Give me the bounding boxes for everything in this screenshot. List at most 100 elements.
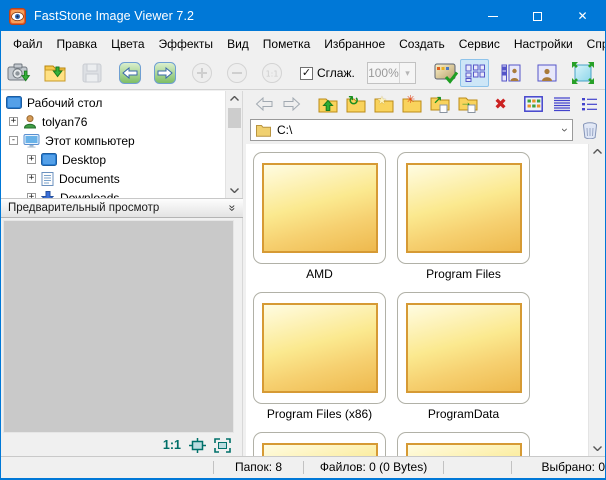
actual-size-button[interactable]: 1:1 [258, 59, 286, 87]
folder-item-program-files[interactable]: Program Files [397, 152, 530, 285]
forward-button[interactable] [279, 93, 304, 115]
preview-actual-size-button[interactable]: 1:1 [163, 438, 181, 452]
minimize-icon [488, 16, 498, 17]
fullscreen-preview-icon[interactable] [214, 438, 231, 453]
close-icon: ✕ [577, 9, 587, 23]
previous-image-button[interactable] [116, 59, 144, 87]
menu-favorites[interactable]: Избранное [317, 33, 392, 55]
menu-create[interactable]: Создать [392, 33, 452, 55]
svg-text:1:1: 1:1 [266, 70, 279, 79]
scroll-up-icon[interactable] [226, 91, 242, 106]
view-browser-button[interactable] [460, 59, 489, 87]
menu-settings[interactable]: Настройки [507, 33, 580, 55]
zoom-level-combobox[interactable]: 100% ▾ [367, 62, 416, 84]
left-panel: Рабочий стол + tolyan76 - [1, 91, 243, 456]
fullscreen-button[interactable] [568, 59, 597, 87]
thumbnail-frame [397, 152, 530, 264]
smoothing-label: Сглаж. [317, 66, 355, 80]
copy-badge-icon: ↗ [433, 94, 442, 107]
new-folder-button[interactable]: ✳ [399, 93, 424, 115]
back-arrow-icon [255, 97, 273, 111]
fit-window-icon[interactable] [189, 438, 206, 453]
recycle-bin-button[interactable] [578, 119, 602, 141]
zoom-out-button[interactable] [223, 59, 251, 87]
smoothing-checkbox[interactable]: ✓ [300, 67, 313, 80]
thumbnail-scrollbar[interactable] [588, 144, 605, 456]
menu-view[interactable]: Вид [220, 33, 256, 55]
status-folder-count: Папок: 8 [214, 457, 303, 479]
tree-item-downloads[interactable]: + Downloads [1, 188, 226, 198]
save-button[interactable] [78, 59, 106, 87]
address-input[interactable]: C:\ › [250, 119, 573, 141]
list-view-icon [553, 96, 571, 112]
view-thumbnail-strip-button[interactable] [496, 59, 525, 87]
scroll-down-icon[interactable] [226, 183, 242, 198]
thumbnail-strip-icon [500, 62, 522, 84]
scrollbar-thumb[interactable] [228, 108, 241, 128]
menu-help[interactable]: Справка [580, 33, 606, 55]
menu-colors[interactable]: Цвета [104, 33, 151, 55]
folder-item-partial[interactable] [253, 432, 386, 456]
status-divider [443, 461, 444, 474]
address-dropdown-icon[interactable]: › [558, 128, 572, 132]
folder-item-programdata[interactable]: ProgramData [397, 292, 530, 425]
thumbnail-view-button[interactable] [521, 93, 546, 115]
chevron-down-icon[interactable]: ▾ [399, 63, 415, 83]
move-to-folder-button[interactable]: → [455, 93, 480, 115]
tree-item-this-pc[interactable]: - Этот компьютер [1, 131, 226, 150]
folder-grid: AMD Program Files Program Files (x86) [246, 144, 588, 456]
folder-name: Program Files [397, 264, 530, 285]
zoom-in-button[interactable] [188, 59, 216, 87]
folder-item-partial[interactable] [397, 432, 530, 456]
tree-item-desktop-root[interactable]: Рабочий стол [1, 93, 226, 112]
folder-item-amd[interactable]: AMD [253, 152, 386, 285]
back-button[interactable] [251, 93, 276, 115]
copy-to-folder-button[interactable]: ↗ [427, 93, 452, 115]
fullscreen-icon [571, 61, 595, 85]
minimize-button[interactable] [470, 1, 515, 31]
collapse-chevrons-icon[interactable]: » [226, 205, 240, 212]
open-folder-button[interactable] [42, 59, 70, 87]
scroll-up-icon[interactable] [589, 144, 605, 159]
menu-edit[interactable]: Правка [50, 33, 105, 55]
move-badge-icon: → [460, 95, 472, 109]
view-mode-group [460, 59, 600, 87]
tree-item-desktop[interactable]: + Desktop [1, 150, 226, 169]
tree-item-documents[interactable]: + Documents [1, 169, 226, 188]
main-toolbar: 1:1 ✓ Сглаж. 100% ▾ [1, 57, 605, 90]
address-bar-row: C:\ › [246, 117, 605, 144]
detail-view-button[interactable] [577, 93, 602, 115]
tree-item-label: tolyan76 [42, 115, 87, 129]
menu-file[interactable]: Файл [6, 33, 50, 55]
view-image-button[interactable] [532, 59, 561, 87]
tree-item-label: Downloads [60, 191, 119, 199]
folder-thumbnail-icon [406, 443, 522, 456]
close-button[interactable]: ✕ [560, 1, 605, 31]
maximize-button[interactable] [515, 1, 560, 31]
tree-item-user[interactable]: + tolyan76 [1, 112, 226, 131]
menu-effects[interactable]: Эффекты [152, 33, 221, 55]
menu-tools[interactable]: Сервис [452, 33, 507, 55]
status-file-count: Файлов: 0 (0 Bytes) [304, 457, 443, 479]
tree-scrollbar[interactable] [225, 91, 242, 198]
expand-plus-icon[interactable]: + [9, 117, 18, 126]
expand-plus-icon[interactable]: + [27, 174, 36, 183]
refresh-folder-button[interactable]: ↻ [343, 93, 368, 115]
folder-item-program-files-x86[interactable]: Program Files (x86) [253, 292, 386, 425]
list-view-button[interactable] [549, 93, 574, 115]
delete-button[interactable]: ✖ [488, 93, 513, 115]
tree-item-label: Этот компьютер [45, 134, 135, 148]
favorites-folder-button[interactable]: ★ [371, 93, 396, 115]
display-settings-button[interactable] [432, 59, 460, 87]
collapse-minus-icon[interactable]: - [9, 136, 18, 145]
scroll-down-icon[interactable] [589, 441, 605, 456]
computer-icon [23, 134, 40, 148]
acquire-camera-button[interactable] [6, 59, 34, 87]
expand-plus-icon[interactable]: + [27, 155, 36, 164]
desktop-icon [41, 153, 57, 166]
menu-tag[interactable]: Пометка [256, 33, 318, 55]
thumbnail-frame [253, 292, 386, 404]
folder-up-button[interactable] [315, 93, 340, 115]
next-image-button[interactable] [151, 59, 179, 87]
folder-open-icon [43, 61, 69, 85]
